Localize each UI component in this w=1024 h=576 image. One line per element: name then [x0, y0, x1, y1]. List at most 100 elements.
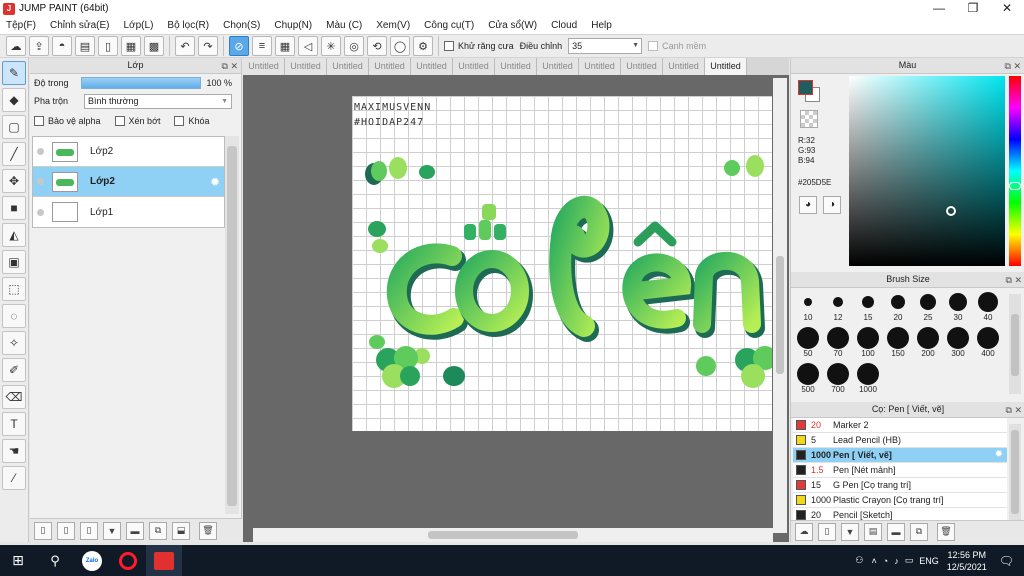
menu-file[interactable]: Tệp(F): [6, 20, 36, 31]
concentric-ruler-icon[interactable]: ◎: [344, 36, 364, 56]
brush-size-option[interactable]: 12: [823, 288, 853, 324]
notification-icon[interactable]: 🗨: [999, 554, 1014, 568]
opera-taskbar-icon[interactable]: [110, 545, 146, 576]
brush-cloud-icon[interactable]: ☁: [795, 522, 813, 541]
palette-edit-icon[interactable]: ◑: [823, 196, 841, 214]
tab-untitled[interactable]: Untitled: [537, 58, 579, 75]
canvas-horizontal-scrollbar[interactable]: [253, 528, 773, 542]
clip-checkbox[interactable]: [114, 116, 125, 126]
zalo-taskbar-icon[interactable]: Zalo: [74, 545, 110, 576]
canvas-vertical-scrollbar[interactable]: [773, 78, 787, 533]
trash-icon[interactable]: 🗑: [199, 521, 217, 540]
search-icon[interactable]: ⚲: [36, 545, 74, 576]
brush-item[interactable]: 5 Lead Pencil (HB): [793, 433, 1007, 448]
protect-alpha-checkbox[interactable]: [34, 116, 44, 126]
layer-row[interactable]: Lớp1: [33, 197, 224, 227]
clock[interactable]: 12:56 PM 12/5/2021: [947, 549, 987, 573]
brush-size-option[interactable]: 15: [853, 288, 883, 324]
tab-untitled[interactable]: Untitled: [453, 58, 495, 75]
brush-size-option[interactable]: 300: [943, 324, 973, 360]
ellipse-ruler-icon[interactable]: ◯: [390, 36, 410, 56]
cloud-save-icon[interactable]: ☁: [6, 36, 26, 56]
menu-cloud[interactable]: Cloud: [551, 20, 577, 31]
gear-icon[interactable]: ✹: [210, 175, 220, 189]
ruler-settings-icon[interactable]: ⚙: [413, 36, 433, 56]
share-icon[interactable]: ⇪: [29, 36, 49, 56]
adjust-select[interactable]: 35 ▼: [568, 38, 643, 54]
add-layer-dropdown-icon[interactable]: ▼: [103, 521, 121, 540]
maximize-button[interactable]: ❐: [956, 0, 990, 17]
brush-size-option[interactable]: 700: [823, 360, 853, 396]
panel-float-close-icons[interactable]: ⧉ ✕: [222, 59, 238, 74]
trash-icon[interactable]: 🗑: [937, 522, 955, 541]
brush-size-option[interactable]: 30: [943, 288, 973, 324]
antialias-checkbox[interactable]: [444, 41, 454, 51]
text-tool-icon[interactable]: T: [2, 412, 26, 436]
merge-layer-icon[interactable]: ⬓: [172, 521, 190, 540]
layer-scrollbar[interactable]: [225, 136, 239, 514]
gradient-tool-icon[interactable]: ▣: [2, 250, 26, 274]
new-layer-1bit-icon[interactable]: ▯: [80, 521, 98, 540]
menu-window[interactable]: Cửa sổ(W): [488, 20, 537, 31]
visibility-icon[interactable]: [37, 148, 44, 155]
panel-float-close-icons[interactable]: ⧉ ✕: [1006, 403, 1022, 418]
undo-icon[interactable]: ↶: [175, 36, 195, 56]
menu-edit[interactable]: Chỉnh sửa(E): [50, 20, 110, 31]
panel-float-close-icons[interactable]: ⧉ ✕: [1006, 273, 1022, 288]
speech-bubble-icon[interactable]: ◓: [52, 36, 72, 56]
rect-select-tool-icon[interactable]: ⬚: [2, 277, 26, 301]
menu-select[interactable]: Chọn(S): [223, 20, 260, 31]
radial-ruler-icon[interactable]: ✳: [321, 36, 341, 56]
brush-size-option[interactable]: 40: [973, 288, 1003, 324]
canhmem-checkbox[interactable]: [648, 41, 659, 51]
brush-size-scrollbar[interactable]: [1009, 294, 1021, 394]
people-icon[interactable]: ⚇: [855, 555, 863, 566]
select-pen-tool-icon[interactable]: ✐: [2, 358, 26, 382]
new-layer-8bit-icon[interactable]: ▯: [57, 521, 75, 540]
brush-settings-icon[interactable]: ▤: [864, 522, 882, 541]
tab-untitled[interactable]: Untitled: [369, 58, 411, 75]
menu-filter[interactable]: Bộ lọc(R): [167, 20, 209, 31]
eraser-tool-icon[interactable]: ◆: [2, 88, 26, 112]
move-tool-icon[interactable]: ✥: [2, 169, 26, 193]
saturation-value-picker[interactable]: [849, 76, 1005, 266]
brush-size-option[interactable]: 10: [793, 288, 823, 324]
add-brush-icon[interactable]: ▯: [818, 522, 836, 541]
opacity-slider[interactable]: [80, 77, 201, 89]
duplicate-layer-icon[interactable]: ⧉: [149, 521, 167, 540]
network-icon[interactable]: ◔: [883, 556, 888, 566]
parallel-ruler-icon[interactable]: ≡: [252, 36, 272, 56]
rectangle-tool-icon[interactable]: ▢: [2, 115, 26, 139]
minimize-button[interactable]: —: [922, 0, 956, 17]
transparent-color-swatch[interactable]: [800, 110, 818, 128]
redo-icon[interactable]: ↷: [198, 36, 218, 56]
brush-size-option[interactable]: 1000: [853, 360, 883, 396]
visibility-icon[interactable]: [37, 208, 44, 216]
tab-untitled-active[interactable]: Untitled: [705, 58, 747, 75]
brush-size-option[interactable]: 400: [973, 324, 1003, 360]
brush-item[interactable]: 1.5 Pen [Nét mảnh]: [793, 463, 1007, 478]
hue-slider-handle[interactable]: [1009, 182, 1021, 190]
drawing-canvas[interactable]: MAXIMUSVENN #HOIDAP247: [352, 96, 772, 431]
hand-tool-icon[interactable]: ☚: [2, 439, 26, 463]
language-indicator[interactable]: ENG: [919, 556, 939, 566]
brush-size-option[interactable]: 50: [793, 324, 823, 360]
brush-tool-icon[interactable]: ✎: [2, 61, 26, 85]
perspective-ruler-icon[interactable]: ◁: [298, 36, 318, 56]
tab-untitled[interactable]: Untitled: [495, 58, 537, 75]
new-layer-icon[interactable]: ▯: [34, 521, 52, 540]
brush-size-option[interactable]: 150: [883, 324, 913, 360]
brush-size-option[interactable]: 200: [913, 324, 943, 360]
tab-untitled[interactable]: Untitled: [579, 58, 621, 75]
grid-check-icon[interactable]: ▩: [144, 36, 164, 56]
tab-untitled[interactable]: Untitled: [411, 58, 453, 75]
page-icon[interactable]: ▯: [98, 36, 118, 56]
layout-icon[interactable]: ▦: [121, 36, 141, 56]
brush-size-option[interactable]: 70: [823, 324, 853, 360]
chevron-up-icon[interactable]: ˄: [871, 556, 876, 566]
tab-untitled[interactable]: Untitled: [621, 58, 663, 75]
blend-mode-select[interactable]: Bình thường ▼: [84, 93, 233, 109]
tab-untitled[interactable]: Untitled: [327, 58, 369, 75]
fill-rect-tool-icon[interactable]: ■: [2, 196, 26, 220]
menu-tools[interactable]: Công cụ(T): [424, 20, 474, 31]
